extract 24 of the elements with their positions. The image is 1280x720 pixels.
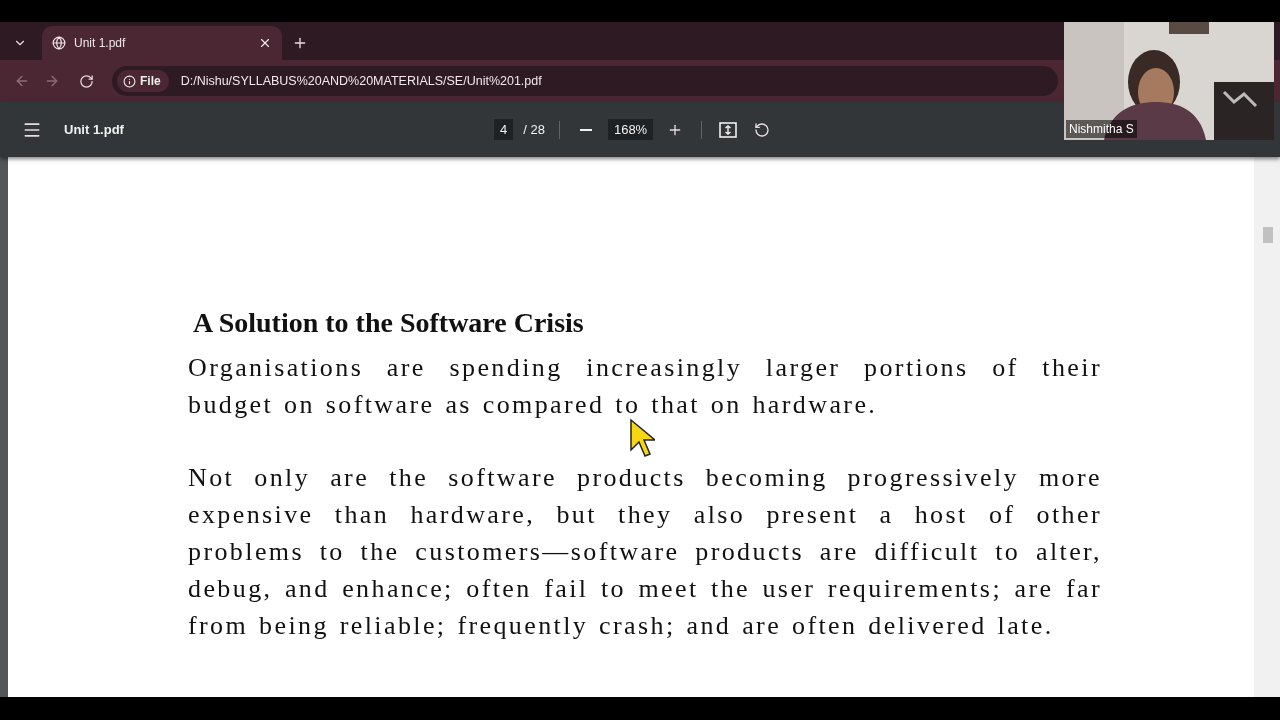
scrollbar[interactable] bbox=[1254, 157, 1280, 697]
page-number-field[interactable]: 4 bbox=[494, 119, 514, 140]
rotate-icon bbox=[754, 121, 771, 138]
zoom-field[interactable]: 168% bbox=[607, 119, 654, 140]
url-text: D:/Nishu/SYLLABUS%20AND%20MATERIALS/SE/Unit%201.pdf bbox=[180, 74, 542, 88]
close-icon[interactable] bbox=[258, 36, 272, 50]
address-bar[interactable]: File D:/Nishu/SYLLABUS%20AND%20MATERIALS/SE/Unit%201.pdf bbox=[112, 66, 1058, 96]
globe-icon bbox=[52, 36, 66, 50]
paragraph: Organisations are spending increasingly larger portions of their budget on software as compared to that on hardware. bbox=[188, 352, 1102, 421]
back-icon bbox=[14, 73, 30, 89]
info-icon bbox=[123, 74, 136, 88]
forward-icon bbox=[44, 73, 60, 89]
section-heading: A Solution to the Software Crisis bbox=[193, 307, 585, 339]
page-count: / 28 bbox=[523, 122, 545, 137]
site-info-chip[interactable]: File bbox=[117, 70, 169, 92]
minus-icon bbox=[579, 128, 592, 131]
cursor-icon bbox=[629, 418, 655, 458]
reload-icon bbox=[78, 73, 94, 89]
fit-page-icon bbox=[719, 121, 738, 138]
document-title: Unit 1.pdf bbox=[64, 122, 125, 137]
participant-name: Nishmitha S bbox=[1066, 120, 1137, 138]
paragraph: Not only are the software products becoming progressively more expensive than hardware, but they also present a host of other problems to the customers—software products are difficult to alter, debug, and enhance; often fail to meet the user requirements; are far from being reliable; frequently crash; and are often delivered late. bbox=[188, 462, 1102, 642]
plus-icon bbox=[292, 35, 308, 51]
browser-tab[interactable]: Unit 1.pdf bbox=[42, 26, 282, 60]
